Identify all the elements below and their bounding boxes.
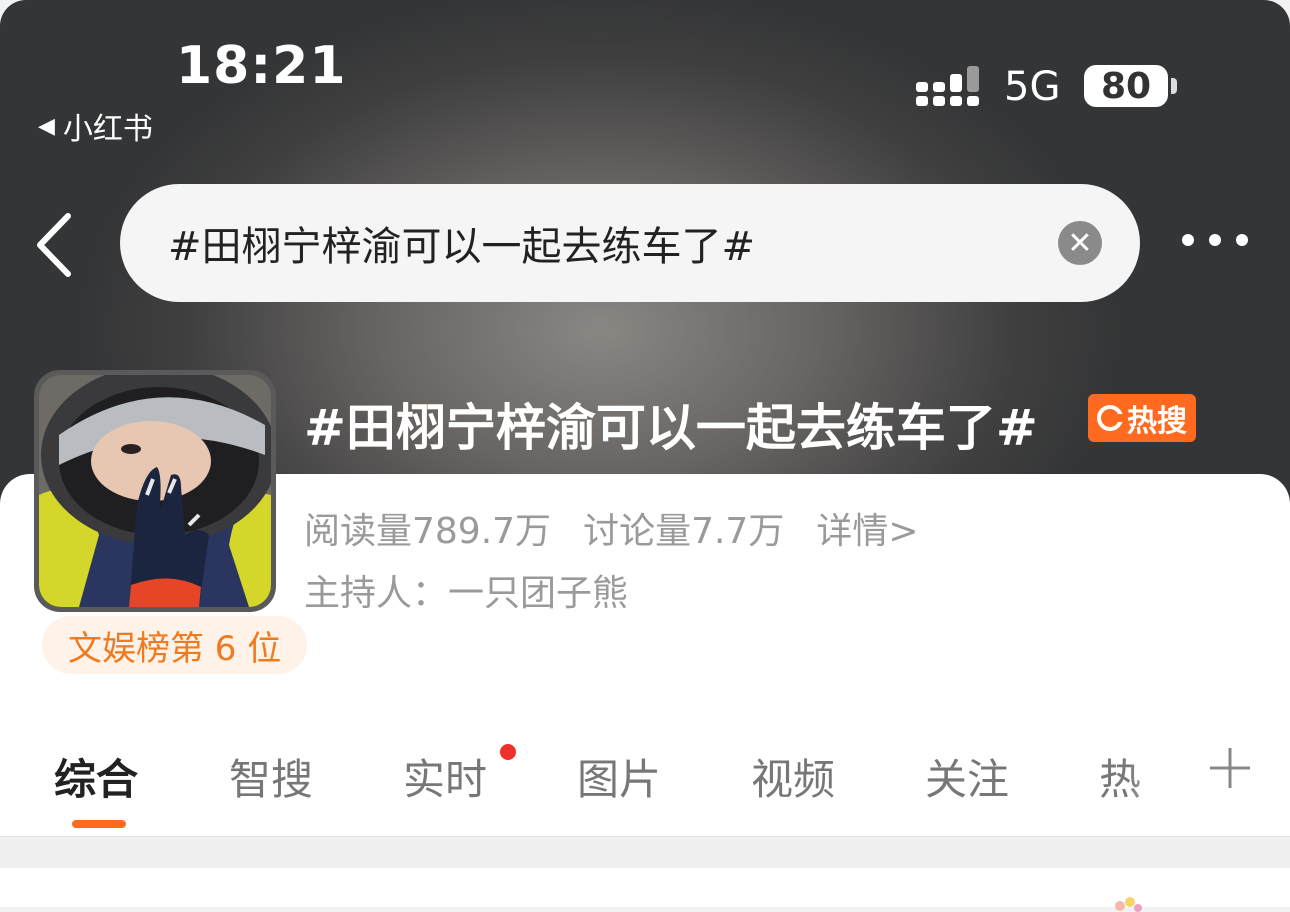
topic-title: #田栩宁梓渝可以一起去练车了# <box>304 399 1038 457</box>
tab-bar: 综合 智搜 实时 图片 视频 关注 热 <box>0 740 1290 830</box>
rank-badge[interactable]: 文娱榜第 6 位 <box>42 616 308 674</box>
add-tab-icon[interactable] <box>1206 744 1254 792</box>
battery-level: 80 <box>1100 65 1152 107</box>
discussion-count: 讨论量7.7万 <box>583 511 785 552</box>
tab-fade-overlay <box>1130 744 1190 824</box>
realtime-notification-dot <box>500 744 516 760</box>
feed-area <box>0 868 1290 907</box>
hot-badge-label: 热搜 <box>1127 404 1187 439</box>
topic-host[interactable]: 主持人：一只团子熊 <box>304 564 628 616</box>
more-options-icon[interactable] <box>1182 234 1248 246</box>
status-time: 18:21 <box>176 36 347 96</box>
section-divider <box>0 836 1290 869</box>
battery-indicator: 80 <box>1084 65 1168 107</box>
tab-following[interactable]: 关注 <box>925 746 1009 807</box>
active-tab-indicator <box>72 820 126 828</box>
back-triangle-icon: ◀ <box>38 113 55 139</box>
hot-search-icon <box>1097 405 1125 431</box>
clear-search-icon[interactable]: ✕ <box>1058 221 1102 265</box>
tab-comprehensive[interactable]: 综合 <box>54 746 138 807</box>
tab-images[interactable]: 图片 <box>577 746 661 807</box>
tab-realtime[interactable]: 实时 <box>403 746 487 807</box>
network-type: 5G <box>1004 64 1061 110</box>
back-to-app-link[interactable]: ◀ 小红书 <box>38 104 153 148</box>
search-input[interactable]: #田栩宁梓渝可以一起去练车了# <box>168 214 755 272</box>
back-chevron-icon[interactable] <box>30 210 90 280</box>
search-bar[interactable]: #田栩宁梓渝可以一起去练车了# ✕ <box>120 184 1140 302</box>
avatar-image <box>39 375 271 607</box>
loading-icon <box>1115 897 1142 912</box>
back-app-label: 小红书 <box>62 112 153 147</box>
topic-avatar[interactable] <box>34 370 276 612</box>
topic-stats: 阅读量789.7万 讨论量7.7万 详情> <box>304 502 919 554</box>
tab-videos[interactable]: 视频 <box>751 746 835 807</box>
details-link[interactable]: 详情> <box>816 502 918 554</box>
tab-smart-search[interactable]: 智搜 <box>229 746 313 807</box>
hot-search-badge: 热搜 <box>1088 394 1196 442</box>
battery-nub <box>1171 78 1177 94</box>
read-count: 阅读量789.7万 <box>304 511 552 552</box>
signal-icon <box>916 66 979 106</box>
